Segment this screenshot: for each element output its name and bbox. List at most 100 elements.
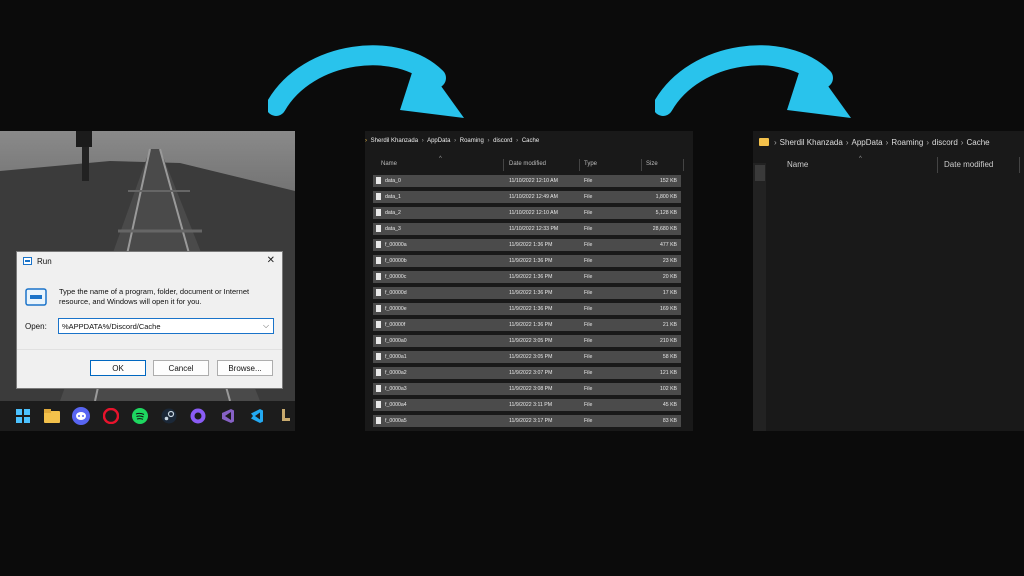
file-row[interactable]: f_00000a 11/9/2022 1:36 PM File 477 KB — [373, 239, 681, 251]
navigation-pane[interactable] — [753, 163, 766, 431]
file-icon — [376, 273, 381, 280]
file-type: File — [584, 402, 593, 408]
breadcrumb-item[interactable]: AppData — [852, 138, 883, 147]
column-header-date[interactable]: Date modified — [509, 161, 546, 167]
file-row[interactable]: f_0000a2 11/9/2022 3:07 PM File 121 KB — [373, 367, 681, 379]
column-divider[interactable] — [937, 157, 938, 173]
file-date: 11/9/2022 3:05 PM — [509, 338, 553, 344]
file-row[interactable]: f_00000b 11/9/2022 1:36 PM File 23 KB — [373, 255, 681, 267]
file-size: 45 KB — [662, 402, 677, 408]
file-size: 121 KB — [659, 370, 677, 376]
file-type: File — [584, 242, 593, 248]
column-divider[interactable] — [1019, 157, 1020, 173]
cancel-button[interactable]: Cancel — [153, 360, 209, 376]
file-size: 5,128 KB — [655, 210, 677, 216]
discord-icon[interactable] — [72, 407, 90, 425]
file-icon — [376, 337, 381, 344]
column-header-size[interactable]: Size — [646, 161, 658, 167]
file-size: 23 KB — [662, 258, 677, 264]
file-row[interactable]: data_3 11/10/2022 12:33 PM File 28,680 KB — [373, 223, 681, 235]
file-explorer-icon[interactable] — [43, 407, 61, 425]
file-row[interactable]: f_0000a0 11/9/2022 3:05 PM File 210 KB — [373, 335, 681, 347]
file-row[interactable]: f_0000a3 11/9/2022 3:08 PM File 102 KB — [373, 383, 681, 395]
breadcrumb-item[interactable]: Roaming — [460, 138, 484, 144]
browse-button[interactable]: Browse... — [217, 360, 273, 376]
breadcrumb-item[interactable]: Sherdil Khanzada — [371, 138, 418, 144]
visual-studio-icon[interactable] — [219, 407, 237, 425]
file-icon — [376, 353, 381, 360]
file-icon — [376, 385, 381, 392]
file-type: File — [584, 322, 593, 328]
file-row[interactable]: f_0000a4 11/9/2022 3:11 PM File 45 KB — [373, 399, 681, 411]
file-size: 83 KB — [662, 418, 677, 424]
file-icon — [376, 401, 381, 408]
column-header-name[interactable]: Name — [787, 160, 808, 169]
column-divider[interactable] — [641, 159, 642, 171]
close-icon[interactable]: ✕ — [267, 255, 275, 266]
file-row[interactable]: data_1 11/10/2022 12:49 AM File 1,800 KB — [373, 191, 681, 203]
column-header-date[interactable]: Date modified — [944, 160, 993, 169]
file-row[interactable]: f_00000c 11/9/2022 1:36 PM File 20 KB — [373, 271, 681, 283]
open-input[interactable] — [58, 318, 274, 334]
github-icon[interactable] — [189, 407, 207, 425]
chevron-right-icon: › — [926, 137, 929, 147]
column-divider[interactable] — [683, 159, 684, 171]
file-date: 11/9/2022 3:17 PM — [509, 418, 553, 424]
file-icon — [376, 305, 381, 312]
file-icon — [376, 225, 381, 232]
file-size: 477 KB — [659, 242, 677, 248]
file-name: f_00000e — [385, 306, 407, 312]
file-size: 169 KB — [659, 306, 677, 312]
windows-start-icon[interactable] — [14, 407, 32, 425]
steam-icon[interactable] — [160, 407, 178, 425]
file-name: f_00000f — [385, 322, 406, 328]
file-date: 11/10/2022 12:33 PM — [509, 226, 559, 232]
run-description: Type the name of a program, folder, docu… — [59, 287, 250, 306]
league-icon[interactable] — [277, 407, 295, 425]
file-row[interactable]: data_2 11/10/2022 12:10 AM File 5,128 KB — [373, 207, 681, 219]
breadcrumb-item[interactable]: Cache — [966, 138, 989, 147]
run-dialog-title: Run — [37, 257, 52, 266]
vscode-icon[interactable] — [248, 407, 266, 425]
file-row[interactable]: f_00000e 11/9/2022 1:36 PM File 169 KB — [373, 303, 681, 315]
column-header-type[interactable]: Type — [584, 161, 597, 167]
file-type: File — [584, 226, 593, 232]
chevron-right-icon: › — [365, 138, 367, 144]
breadcrumb-item[interactable]: discord — [493, 138, 512, 144]
breadcrumb: › Sherdil Khanzada › AppData › Roaming ›… — [365, 138, 541, 150]
file-row[interactable]: f_0000a5 11/9/2022 3:17 PM File 83 KB — [373, 415, 681, 427]
curved-arrow-icon — [268, 45, 464, 118]
breadcrumb-item[interactable]: Roaming — [891, 138, 923, 147]
file-name: data_0 — [385, 178, 401, 184]
file-icon — [376, 177, 381, 184]
spotify-icon[interactable] — [131, 407, 149, 425]
breadcrumb-item[interactable]: discord — [932, 138, 958, 147]
column-header-name[interactable]: Name — [381, 161, 397, 167]
file-row[interactable]: f_0000a1 11/9/2022 3:05 PM File 58 KB — [373, 351, 681, 363]
file-icon — [376, 193, 381, 200]
opera-icon[interactable] — [102, 407, 120, 425]
column-header-row: Name ^ Date modified — [753, 156, 1024, 173]
file-row[interactable]: data_0 11/10/2022 12:10 AM File 152 KB — [373, 175, 681, 187]
breadcrumb-item[interactable]: AppData — [427, 138, 450, 144]
file-row[interactable]: f_00000d 11/9/2022 1:36 PM File 17 KB — [373, 287, 681, 299]
chevron-down-icon[interactable]: ⌵ — [263, 321, 269, 331]
file-row[interactable]: f_00000f 11/9/2022 1:36 PM File 21 KB — [373, 319, 681, 331]
file-type: File — [584, 210, 593, 216]
ok-button[interactable]: OK — [90, 360, 146, 376]
breadcrumb: › Sherdil Khanzada › AppData › Roaming ›… — [759, 135, 993, 149]
file-name: data_1 — [385, 194, 401, 200]
file-icon — [376, 321, 381, 328]
file-date: 11/9/2022 1:36 PM — [509, 290, 553, 296]
column-divider[interactable] — [579, 159, 580, 171]
desktop-panel: Run ✕ Type the name of a program, folder… — [0, 131, 295, 431]
file-date: 11/10/2022 12:10 AM — [509, 210, 558, 216]
breadcrumb-item[interactable]: Cache — [522, 138, 539, 144]
chevron-right-icon: › — [454, 138, 457, 144]
file-date: 11/9/2022 1:36 PM — [509, 322, 553, 328]
column-divider[interactable] — [503, 159, 504, 171]
file-date: 11/9/2022 1:36 PM — [509, 274, 553, 280]
run-program-icon — [25, 288, 47, 306]
breadcrumb-item[interactable]: Sherdil Khanzada — [780, 138, 843, 147]
file-icon — [376, 369, 381, 376]
